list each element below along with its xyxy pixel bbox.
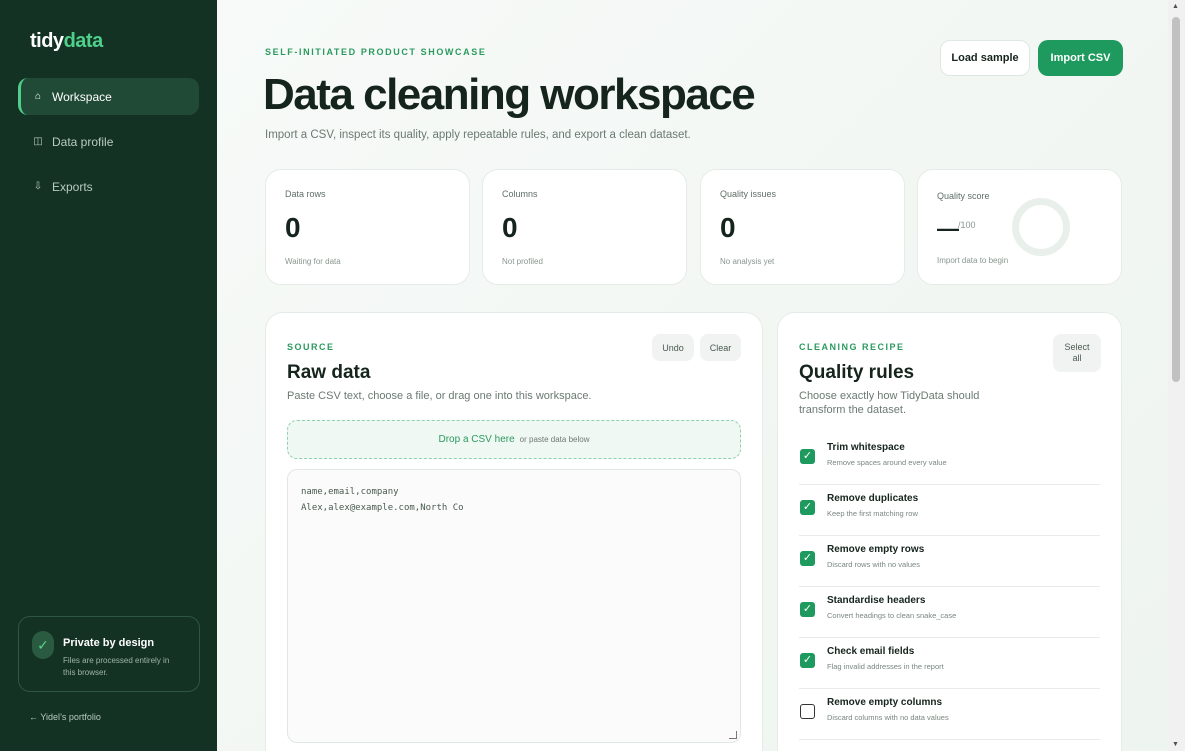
portfolio-link[interactable]: ← Yidel’s portfolio — [29, 712, 101, 722]
page-title: Data cleaning workspace — [263, 70, 756, 119]
rule-title: Remove empty rows — [827, 544, 925, 555]
csv-line: name,email,company — [301, 487, 399, 497]
home-icon: ⌂ — [34, 91, 42, 102]
undo-button[interactable]: Undo — [652, 334, 694, 361]
main-content: SELF-INITIATED PRODUCT SHOWCASE Data cle… — [217, 0, 1168, 751]
checkbox-checked[interactable]: ✓ — [800, 602, 815, 617]
scrollbar-thumb[interactable] — [1172, 17, 1180, 382]
brand-logo-part1: tidy — [30, 30, 64, 52]
scroll-up-icon[interactable]: ▲ — [1172, 3, 1179, 10]
rule-remove-empty-rows[interactable]: ✓ Remove empty rows Discard rows with no… — [799, 536, 1100, 587]
resize-handle[interactable] — [729, 731, 737, 739]
select-all-button[interactable]: Select all — [1053, 334, 1101, 372]
columns-icon: ◫ — [33, 136, 43, 147]
checkbox-checked[interactable]: ✓ — [800, 500, 815, 515]
check-icon: ✓ — [32, 631, 54, 659]
rule-standardise-headers[interactable]: ✓ Standardise headers Convert headings t… — [799, 587, 1100, 638]
stat-card-quality-issues: Quality issues 0 No analysis yet — [700, 169, 905, 285]
page-scrollbar[interactable]: ▲ ▼ — [1168, 0, 1185, 751]
source-panel: SOURCE Raw data Paste CSV text, choose a… — [265, 312, 763, 751]
rule-title: Standardise headers — [827, 595, 926, 606]
stat-label: Data rows — [285, 189, 326, 199]
quality-score-max: /100 — [958, 220, 976, 230]
csv-dropzone[interactable]: Drop a CSV here or paste data below — [287, 420, 741, 459]
sidebar-item-data-profile[interactable]: ◫ Data profile — [18, 123, 199, 160]
recipe-description: Choose exactly how TidyData should trans… — [799, 390, 980, 416]
rule-remove-empty-columns[interactable]: Remove empty columns Discard columns wit… — [799, 689, 1100, 740]
sidebar-item-label: Data profile — [52, 134, 114, 149]
source-title: Raw data — [287, 362, 371, 383]
page-eyebrow: SELF-INITIATED PRODUCT SHOWCASE — [265, 47, 487, 57]
raw-data-textarea[interactable]: name,email,company Alex,alex@example.com… — [287, 469, 741, 743]
source-eyebrow: SOURCE — [287, 342, 335, 352]
stat-label: Columns — [502, 189, 538, 199]
rule-title: Remove empty columns — [827, 697, 943, 708]
stat-label: Quality score — [937, 191, 990, 201]
stat-card-quality-score: Quality score — /100 Import data to begi… — [917, 169, 1122, 285]
scroll-down-icon[interactable]: ▼ — [1172, 741, 1179, 748]
brand-logo-part2: data — [63, 30, 104, 52]
dropzone-label: Drop a CSV here — [438, 434, 515, 445]
checkbox-checked[interactable]: ✓ — [800, 551, 815, 566]
rule-description: Remove spaces around every value — [827, 458, 947, 467]
sidebar-item-label: Workspace — [52, 89, 112, 104]
rule-check-email-fields[interactable]: ✓ Check email fields Flag invalid addres… — [799, 638, 1100, 689]
stat-value: 0 — [285, 212, 301, 243]
sidebar: tidydata ⌂ Workspace ◫ Data profile ⇩ Ex… — [0, 0, 217, 751]
stat-note: No analysis yet — [720, 257, 775, 266]
checkbox-checked[interactable]: ✓ — [800, 653, 815, 668]
stat-card-data-rows: Data rows 0 Waiting for data — [265, 169, 470, 285]
rule-description: Discard rows with no values — [827, 560, 920, 569]
stat-note: Import data to begin — [937, 256, 1009, 265]
quality-score-ring — [1012, 198, 1070, 256]
download-icon: ⇩ — [33, 181, 43, 192]
sidebar-item-workspace[interactable]: ⌂ Workspace — [18, 78, 199, 115]
rule-trim-whitespace[interactable]: ✓ Trim whitespace Remove spaces around e… — [799, 434, 1100, 485]
stat-card-columns: Columns 0 Not profiled — [482, 169, 687, 285]
import-csv-button[interactable]: Import CSV — [1038, 40, 1123, 76]
clear-button[interactable]: Clear — [700, 334, 741, 361]
load-sample-button[interactable]: Load sample — [940, 40, 1030, 76]
stat-value: 0 — [720, 212, 736, 243]
privacy-description: Files are processed entirely in this bro… — [63, 656, 170, 677]
stat-note: Waiting for data — [285, 257, 341, 266]
recipe-panel: CLEANING RECIPE Quality rules Choose exa… — [777, 312, 1122, 751]
recipe-eyebrow: CLEANING RECIPE — [799, 342, 905, 352]
rule-title: Check email fields — [827, 646, 915, 657]
privacy-card: ✓ Private by design Files are processed … — [18, 616, 200, 692]
stat-value: 0 — [502, 212, 518, 243]
rule-description: Keep the first matching row — [827, 509, 918, 518]
stat-label: Quality issues — [720, 189, 777, 199]
dropzone-hint: or paste data below — [519, 435, 590, 444]
stat-note: Not profiled — [502, 257, 543, 266]
recipe-title: Quality rules — [799, 362, 915, 383]
rule-remove-duplicates[interactable]: ✓ Remove duplicates Keep the first match… — [799, 485, 1100, 536]
quality-score-value: — — [937, 216, 959, 241]
rule-description: Flag invalid addresses in the report — [827, 662, 944, 671]
rule-title: Trim whitespace — [827, 442, 905, 453]
checkbox-unchecked[interactable] — [800, 704, 815, 719]
brand-logo[interactable]: tidydata — [30, 30, 103, 53]
rule-title: Remove duplicates — [827, 493, 919, 504]
rule-description: Discard columns with no data values — [827, 713, 949, 722]
privacy-title: Private by design — [63, 637, 155, 649]
sidebar-item-exports[interactable]: ⇩ Exports — [18, 168, 199, 205]
page-subtitle: Import a CSV, inspect its quality, apply… — [265, 129, 691, 141]
sidebar-item-label: Exports — [52, 179, 93, 194]
rule-description: Convert headings to clean snake_case — [827, 611, 957, 620]
checkbox-checked[interactable]: ✓ — [800, 449, 815, 464]
source-description: Paste CSV text, choose a file, or drag o… — [287, 390, 592, 402]
csv-line: Alex,alex@example.com,North Co — [301, 503, 464, 513]
